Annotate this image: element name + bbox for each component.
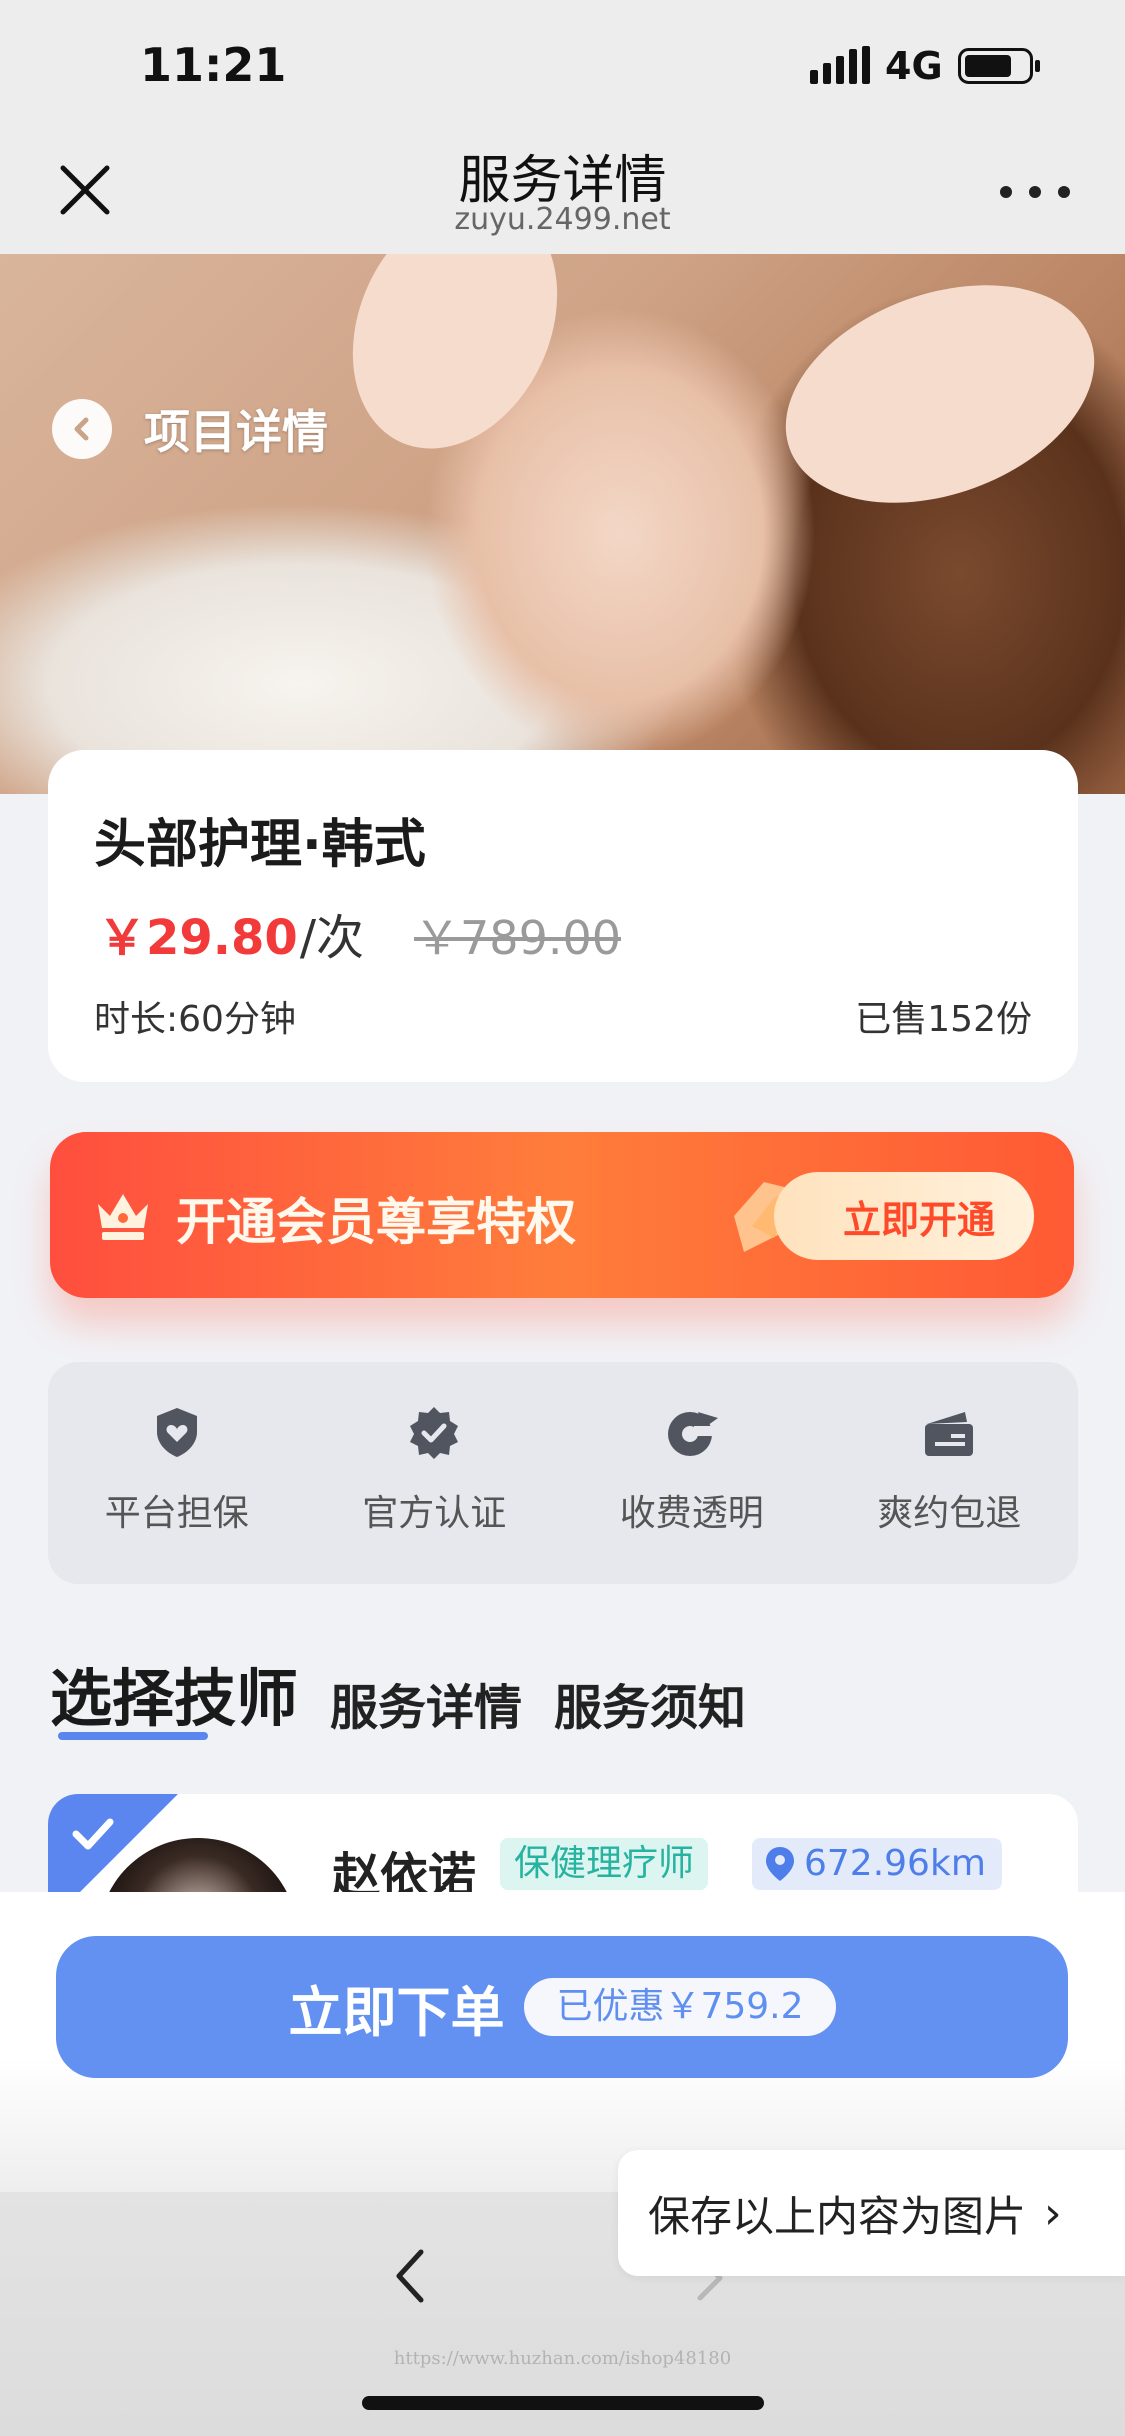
service-duration: 时长:60分钟 xyxy=(94,999,296,1040)
product-card: 头部护理·韩式 ￥29.80 /次 ￥789.00 时长:60分钟 已售152份 xyxy=(48,750,1078,1082)
back-arrow-icon[interactable] xyxy=(385,2236,437,2316)
technician-role-badge: 保健理疗师 xyxy=(500,1838,709,1890)
current-price: ￥29.80 xyxy=(98,910,298,966)
hero-image: 项目详情 xyxy=(0,254,1125,794)
hero-back-button[interactable]: 项目详情 xyxy=(52,396,328,462)
price-unit: /次 xyxy=(299,910,365,966)
tab-service-notice[interactable]: 服务须知 xyxy=(554,1668,746,1738)
technician-card[interactable]: 赵依诺 保健理疗师 672.96km xyxy=(48,1794,1078,1894)
status-bar: 11:21 4G xyxy=(0,0,1125,130)
vip-banner[interactable]: 开通会员尊享特权 立即开通 xyxy=(50,1132,1074,1298)
guarantee-strip: 平台担保 官方认证 收费透明 爽约包退 xyxy=(48,1362,1078,1584)
page-domain: zuyu.2499.net xyxy=(454,202,671,237)
technician-name: 赵依诺 xyxy=(332,1848,477,1894)
technician-distance-badge: 672.96km xyxy=(752,1838,1002,1890)
guarantee-label: 平台担保 xyxy=(104,1493,249,1534)
shield-heart-icon xyxy=(156,1408,197,1457)
vip-open-button[interactable]: 立即开通 xyxy=(774,1172,1034,1260)
more-icon[interactable] xyxy=(1000,180,1070,204)
signal-icon xyxy=(810,46,870,84)
guarantee-transparent: 收费透明 xyxy=(563,1362,821,1584)
place-order-button[interactable]: 立即下单 已优惠￥759.2 xyxy=(56,1936,1068,2078)
battery-icon xyxy=(958,48,1040,84)
guarantee-label: 官方认证 xyxy=(362,1493,507,1534)
vip-button-wrap[interactable]: 立即开通 xyxy=(734,1172,1034,1260)
save-as-image-button[interactable]: 保存以上内容为图片 › xyxy=(618,2150,1125,2276)
crown-icon xyxy=(98,1194,148,1240)
guarantee-label: 收费透明 xyxy=(619,1493,764,1534)
refresh-icon xyxy=(667,1412,718,1456)
location-pin-icon xyxy=(766,1847,794,1881)
chevron-right-icon: › xyxy=(1044,2187,1062,2239)
original-price: ￥789.00 xyxy=(414,911,621,965)
save-as-image-label: 保存以上内容为图片 xyxy=(648,2191,1027,2241)
guarantee-platform: 平台担保 xyxy=(48,1362,306,1584)
hero-hand-right xyxy=(755,254,1125,543)
sold-count: 已售152份 xyxy=(855,999,1032,1040)
network-label: 4G xyxy=(885,44,943,88)
vip-text: 开通会员尊享特权 xyxy=(176,1193,576,1251)
guarantee-label: 爽约包退 xyxy=(877,1493,1022,1534)
watermark: https://www.huzhan.com/ishop48180 xyxy=(393,2348,732,2369)
tab-service-details[interactable]: 服务详情 xyxy=(330,1668,522,1738)
wallet-icon xyxy=(925,1412,974,1456)
place-order-label: 立即下单 xyxy=(288,1980,505,2044)
certified-badge-icon xyxy=(410,1407,459,1459)
active-tab-indicator xyxy=(58,1732,208,1740)
hero-back-label: 项目详情 xyxy=(144,405,328,459)
price-row: ￥29.80 /次 ￥789.00 xyxy=(98,898,621,968)
discount-badge: 已优惠￥759.2 xyxy=(524,1978,836,2036)
status-time: 11:21 xyxy=(140,38,287,92)
hero-hand-left xyxy=(313,254,597,482)
detail-tabs: 选择技师 服务详情 服务须知 xyxy=(50,1648,778,1738)
nav-bar: 服务详情 zuyu.2499.net xyxy=(0,130,1125,254)
technician-distance: 672.96km xyxy=(804,1843,986,1884)
order-bar: 立即下单 已优惠￥759.2 xyxy=(0,1892,1125,2192)
tab-select-technician[interactable]: 选择技师 xyxy=(50,1648,298,1738)
guarantee-refund: 爽约包退 xyxy=(821,1362,1079,1584)
home-indicator[interactable] xyxy=(362,2396,764,2410)
guarantee-certified: 官方认证 xyxy=(306,1362,564,1584)
product-name: 头部护理·韩式 xyxy=(94,815,426,875)
chevron-left-icon xyxy=(52,399,112,459)
